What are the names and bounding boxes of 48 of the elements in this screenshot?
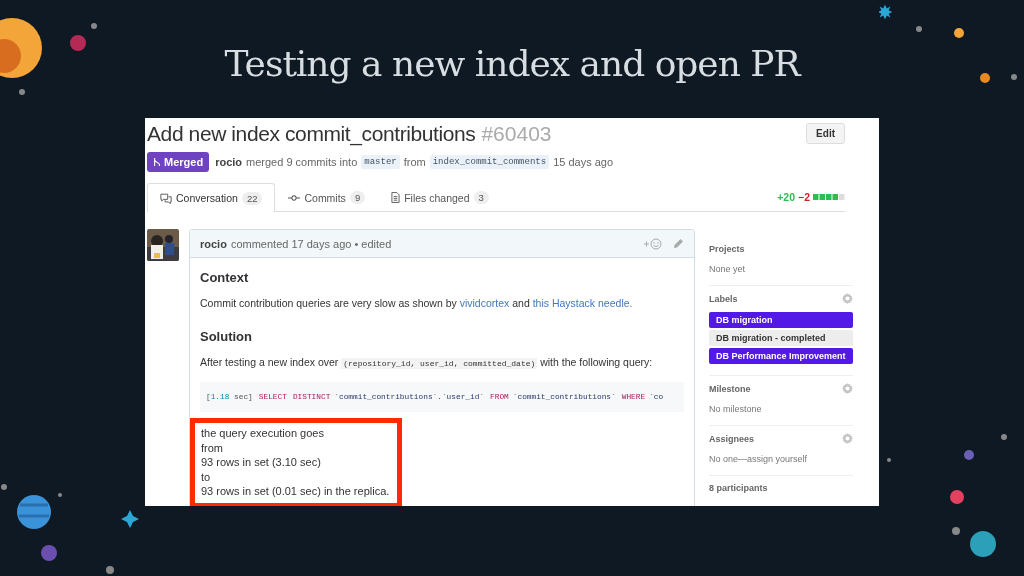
paragraph: Commit contribution queries are very slow as shown by vividcortex and this Haystack needle. xyxy=(200,296,634,311)
settings-icon[interactable] xyxy=(842,293,853,304)
highlighted-text: the query execution goes from 93 rows in set (3.10 sec) to 93 rows in set (0.01 sec) in the replica. xyxy=(190,418,402,506)
settings-icon[interactable] xyxy=(842,383,853,394)
deletions-count: −2 xyxy=(798,190,810,203)
merge-info: from xyxy=(403,156,426,168)
chat-icon xyxy=(160,192,172,204)
label-tag[interactable]: DB Performance Improvement xyxy=(709,348,853,364)
comment-meta: commented 17 days ago • edited xyxy=(230,237,392,250)
section-heading: Solution xyxy=(200,329,253,344)
sidebar-value: No one—assign yourself xyxy=(709,454,809,464)
section-heading: Context xyxy=(200,270,250,285)
count-badge: 3 xyxy=(473,191,489,204)
sidebar-heading: 8 participants xyxy=(709,483,768,493)
tab[interactable]: Files changed 3 xyxy=(378,183,502,211)
pr-title: Add new index commit_contributions xyxy=(147,122,476,145)
link[interactable]: vividcortex xyxy=(459,297,510,309)
link[interactable]: this Haystack needle. xyxy=(532,297,633,309)
sidebar-heading: Projects xyxy=(709,244,745,254)
comment-author[interactable]: rocio xyxy=(200,237,227,250)
tab[interactable]: Conversation 22 xyxy=(147,183,276,212)
sidebar-value: No milestone xyxy=(709,404,763,414)
count-badge: 22 xyxy=(241,191,263,205)
merge-info: merged 9 commits into xyxy=(246,156,358,168)
branch-name: index_commit_comments xyxy=(429,155,550,169)
sidebar-heading: Milestone xyxy=(709,383,751,394)
edit-button[interactable]: Edit xyxy=(806,123,845,144)
settings-icon[interactable] xyxy=(842,433,853,444)
add-reaction-icon[interactable] xyxy=(643,237,663,250)
author-link[interactable]: rocio xyxy=(215,156,243,168)
merged-badge: Merged xyxy=(147,152,210,172)
label-tag[interactable]: DB migration xyxy=(709,312,853,328)
merge-info: 15 days ago xyxy=(553,156,614,168)
sidebar-value: None yet xyxy=(709,264,747,274)
pr-number: #60403 xyxy=(481,122,552,145)
edit-icon[interactable] xyxy=(673,238,684,249)
sidebar-heading: Assignees xyxy=(709,433,755,444)
commit-icon xyxy=(288,193,301,202)
slide-title: Testing a new index and open PR xyxy=(224,42,800,86)
branch-name: master xyxy=(361,155,400,169)
additions-count: +20 xyxy=(777,190,795,203)
sidebar-heading: Labels xyxy=(709,293,738,304)
paragraph: After testing a new index over (repository_id, user_id, committed_date) with the following query: xyxy=(200,355,654,370)
label-tag[interactable]: DB migration - completed xyxy=(709,330,853,346)
count-badge: 9 xyxy=(349,191,366,204)
diffstat-icon xyxy=(813,193,845,200)
tab[interactable]: Commits 9 xyxy=(275,183,379,211)
file-icon xyxy=(391,192,401,203)
